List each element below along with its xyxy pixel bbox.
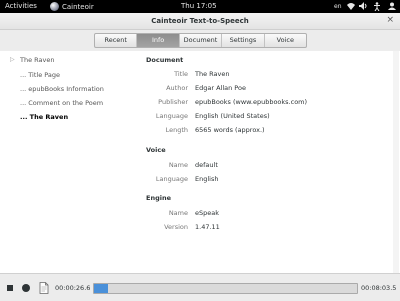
- keyboard-layout-indicator[interactable]: en: [334, 3, 342, 10]
- toc-item[interactable]: ... Title Page: [20, 71, 60, 79]
- title-value: The Raven: [195, 70, 230, 78]
- volume-icon[interactable]: [359, 2, 367, 12]
- view-tabs: Recent Info Document Settings Voice: [94, 33, 307, 48]
- network-icon[interactable]: [347, 2, 355, 12]
- tab-recent[interactable]: Recent: [95, 34, 138, 47]
- total-time: 00:08:03.5: [361, 284, 397, 292]
- window-title: Cainteoir Text-to-Speech: [151, 17, 249, 25]
- progress-fill: [94, 284, 109, 293]
- scrollbar[interactable]: [393, 51, 399, 273]
- toc-item-selected[interactable]: ... The Raven: [20, 113, 68, 121]
- toc-item[interactable]: ... epubBooks Information: [20, 85, 104, 93]
- tab-document[interactable]: Document: [180, 34, 223, 47]
- engine-heading: Engine: [146, 194, 171, 202]
- user-icon[interactable]: [388, 2, 396, 12]
- activities-button[interactable]: Activities: [5, 2, 37, 10]
- table-of-contents: ▷ The Raven ... Title Page ... epubBooks…: [0, 51, 140, 273]
- top-bar: Activities Cainteoir Thu 17:05 en: [0, 0, 400, 13]
- field-label: Title: [174, 70, 188, 78]
- view-switcher-area: Recent Info Document Settings Voice: [0, 30, 400, 50]
- title-bar[interactable]: Cainteoir Text-to-Speech ×: [0, 13, 400, 30]
- field-label: Language: [155, 175, 188, 183]
- field-label: Publisher: [158, 98, 188, 106]
- voice-language-value: English: [195, 175, 219, 183]
- voice-name-value: default: [195, 161, 218, 169]
- voice-heading: Voice: [146, 146, 166, 154]
- publisher-value: epubBooks (www.epubbooks.com): [195, 98, 308, 106]
- clock[interactable]: Thu 17:05: [181, 2, 217, 10]
- engine-name-value: eSpeak: [195, 209, 219, 217]
- stop-icon[interactable]: [7, 285, 13, 291]
- field-label: Language: [155, 112, 188, 120]
- accessibility-icon[interactable]: [373, 2, 381, 13]
- tab-info[interactable]: Info: [137, 34, 180, 47]
- length-value: 6565 words (approx.): [195, 126, 265, 134]
- app-window: Cainteoir Text-to-Speech × Recent Info D…: [0, 13, 400, 301]
- tab-settings[interactable]: Settings: [222, 34, 265, 47]
- document-icon[interactable]: [39, 282, 49, 294]
- close-icon[interactable]: ×: [386, 16, 394, 25]
- toc-root-label: The Raven: [20, 56, 55, 64]
- content-pane: ▷ The Raven ... Title Page ... epubBooks…: [0, 51, 400, 273]
- author-value: Edgar Allan Poe: [195, 84, 246, 92]
- toc-item[interactable]: ... Comment on the Poem: [20, 99, 103, 107]
- app-menu-label: Cainteoir: [62, 2, 94, 11]
- language-value: English (United States): [195, 112, 270, 120]
- field-label: Name: [168, 161, 188, 169]
- expander-arrow-icon[interactable]: ▷: [10, 56, 15, 63]
- playback-bar: 00:00:26.6 00:08:03.5: [0, 273, 400, 301]
- playback-progress-bar[interactable]: [93, 283, 358, 294]
- field-label: Author: [166, 84, 188, 92]
- record-icon[interactable]: [22, 284, 30, 292]
- toc-root[interactable]: ▷ The Raven: [10, 56, 55, 64]
- field-label: Length: [165, 126, 188, 134]
- field-label: Name: [168, 209, 188, 217]
- document-heading: Document: [146, 56, 184, 64]
- app-icon: [50, 2, 59, 11]
- tab-voice[interactable]: Voice: [265, 34, 306, 47]
- app-menu[interactable]: Cainteoir: [50, 1, 94, 12]
- engine-version-value: 1.47.11: [195, 223, 220, 231]
- elapsed-time: 00:00:26.6: [55, 284, 91, 292]
- field-label: Version: [164, 223, 188, 231]
- info-details: Document Title The Raven Author Edgar Al…: [140, 51, 398, 273]
